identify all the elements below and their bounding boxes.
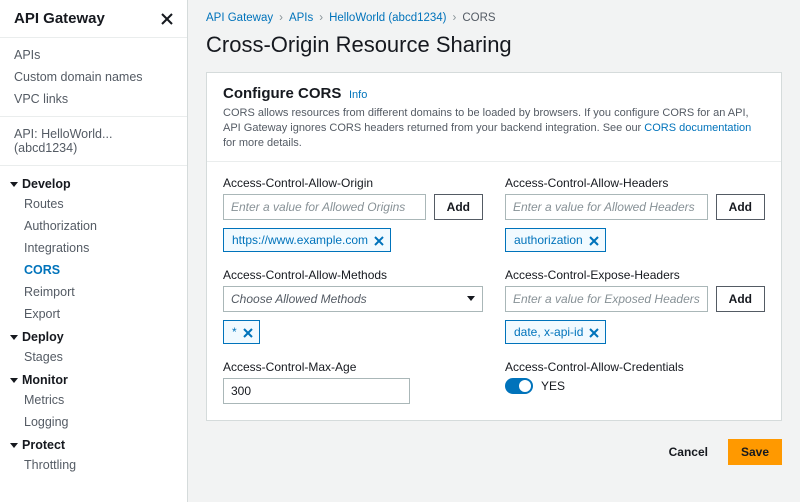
sidebar-api-scope: API: HelloWorld...(abcd1234)	[0, 117, 187, 166]
breadcrumb-apis[interactable]: APIs	[289, 12, 313, 24]
expose-headers-label: Access-Control-Expose-Headers	[505, 268, 765, 282]
sidebar-header: API Gateway	[0, 0, 187, 38]
chevron-down-icon	[467, 296, 475, 301]
section-monitor[interactable]: Monitor	[0, 368, 187, 389]
breadcrumb-current: CORS	[462, 12, 495, 24]
expose-headers-token: date, x-api-id	[505, 320, 606, 344]
section-deploy-label: Deploy	[22, 330, 64, 344]
section-deploy[interactable]: Deploy	[0, 325, 187, 346]
allow-credentials-label: Access-Control-Allow-Credentials	[505, 360, 765, 374]
allow-origin-token: https://www.example.com	[223, 228, 391, 252]
sidebar-item-reimport[interactable]: Reimport	[10, 281, 187, 303]
breadcrumb-sep: ›	[279, 12, 283, 24]
close-icon[interactable]	[161, 13, 173, 25]
sidebar-item-integrations[interactable]: Integrations	[10, 237, 187, 259]
remove-icon[interactable]	[589, 327, 599, 337]
token-label: https://www.example.com	[232, 233, 368, 247]
panel-description: CORS allows resources from different dom…	[223, 106, 765, 151]
info-link[interactable]: Info	[349, 89, 367, 101]
remove-icon[interactable]	[589, 235, 599, 245]
section-develop-label: Develop	[22, 177, 71, 191]
max-age-field: Access-Control-Max-Age	[223, 360, 483, 404]
token-label: authorization	[514, 233, 583, 247]
remove-icon[interactable]	[374, 235, 384, 245]
allow-methods-label: Access-Control-Allow-Methods	[223, 268, 483, 282]
allow-credentials-value: YES	[541, 379, 565, 393]
sidebar-item-apis[interactable]: APIs	[0, 44, 187, 66]
page-title: Cross-Origin Resource Sharing	[188, 28, 800, 72]
panel-title: Configure CORS	[223, 85, 341, 102]
sidebar-item-authorization[interactable]: Authorization	[10, 215, 187, 237]
max-age-label: Access-Control-Max-Age	[223, 360, 483, 374]
token-label: *	[232, 325, 237, 339]
breadcrumb-sep: ›	[453, 12, 457, 24]
sidebar-item-cors[interactable]: CORS	[10, 259, 187, 281]
breadcrumb: API Gateway › APIs › HelloWorld (abcd123…	[188, 0, 800, 28]
panel-desc-suffix: for more details.	[223, 137, 302, 149]
allow-methods-select[interactable]: Choose Allowed Methods	[223, 286, 483, 312]
chevron-down-icon	[10, 443, 18, 448]
allow-credentials-field: Access-Control-Allow-Credentials YES	[505, 360, 765, 404]
allow-headers-field: Access-Control-Allow-Headers Add authori…	[505, 176, 765, 252]
cors-documentation-link[interactable]: CORS documentation	[644, 122, 751, 134]
allow-methods-field: Access-Control-Allow-Methods Choose Allo…	[223, 268, 483, 344]
sidebar: API Gateway APIs Custom domain names VPC…	[0, 0, 188, 502]
sidebar-title: API Gateway	[14, 10, 105, 27]
main-content: API Gateway › APIs › HelloWorld (abcd123…	[188, 0, 800, 502]
expose-headers-field: Access-Control-Expose-Headers Add date, …	[505, 268, 765, 344]
section-protect-label: Protect	[22, 438, 65, 452]
sidebar-item-custom-domain-names[interactable]: Custom domain names	[0, 66, 187, 88]
chevron-down-icon	[10, 335, 18, 340]
footer-actions: Cancel Save	[188, 429, 800, 479]
sidebar-sections: Develop Routes Authorization Integration…	[0, 166, 187, 482]
allow-headers-label: Access-Control-Allow-Headers	[505, 176, 765, 190]
panel-header: Configure CORS Info CORS allows resource…	[207, 73, 781, 162]
section-protect[interactable]: Protect	[0, 433, 187, 454]
chevron-down-icon	[10, 378, 18, 383]
breadcrumb-api-gateway[interactable]: API Gateway	[206, 12, 273, 24]
max-age-input[interactable]	[223, 378, 410, 404]
expose-headers-add-button[interactable]: Add	[716, 286, 765, 312]
allow-origin-field: Access-Control-Allow-Origin Add https://…	[223, 176, 483, 252]
cancel-button[interactable]: Cancel	[657, 439, 720, 465]
allow-methods-placeholder: Choose Allowed Methods	[231, 292, 367, 306]
panel-body: Access-Control-Allow-Origin Add https://…	[207, 162, 781, 420]
breadcrumb-api-name[interactable]: HelloWorld (abcd1234)	[329, 12, 446, 24]
token-label: date, x-api-id	[514, 325, 583, 339]
sidebar-item-metrics[interactable]: Metrics	[10, 389, 187, 411]
sidebar-api-scope-label[interactable]: API: HelloWorld...(abcd1234)	[0, 123, 187, 159]
sidebar-item-export[interactable]: Export	[10, 303, 187, 325]
section-monitor-label: Monitor	[22, 373, 68, 387]
allow-origin-input[interactable]	[223, 194, 426, 220]
remove-icon[interactable]	[243, 327, 253, 337]
expose-headers-input[interactable]	[505, 286, 708, 312]
allow-methods-token: *	[223, 320, 260, 344]
allow-headers-add-button[interactable]: Add	[716, 194, 765, 220]
sidebar-item-throttling[interactable]: Throttling	[10, 454, 187, 476]
allow-credentials-toggle[interactable]	[505, 378, 533, 394]
save-button[interactable]: Save	[728, 439, 782, 465]
sidebar-item-routes[interactable]: Routes	[10, 193, 187, 215]
sidebar-item-stages[interactable]: Stages	[10, 346, 187, 368]
configure-cors-panel: Configure CORS Info CORS allows resource…	[206, 72, 782, 421]
allow-origin-label: Access-Control-Allow-Origin	[223, 176, 483, 190]
sidebar-top-nav: APIs Custom domain names VPC links	[0, 38, 187, 117]
allow-headers-token: authorization	[505, 228, 606, 252]
section-develop[interactable]: Develop	[0, 172, 187, 193]
breadcrumb-sep: ›	[319, 12, 323, 24]
sidebar-item-vpc-links[interactable]: VPC links	[0, 88, 187, 110]
sidebar-item-logging[interactable]: Logging	[10, 411, 187, 433]
allow-headers-input[interactable]	[505, 194, 708, 220]
allow-origin-add-button[interactable]: Add	[434, 194, 483, 220]
chevron-down-icon	[10, 182, 18, 187]
